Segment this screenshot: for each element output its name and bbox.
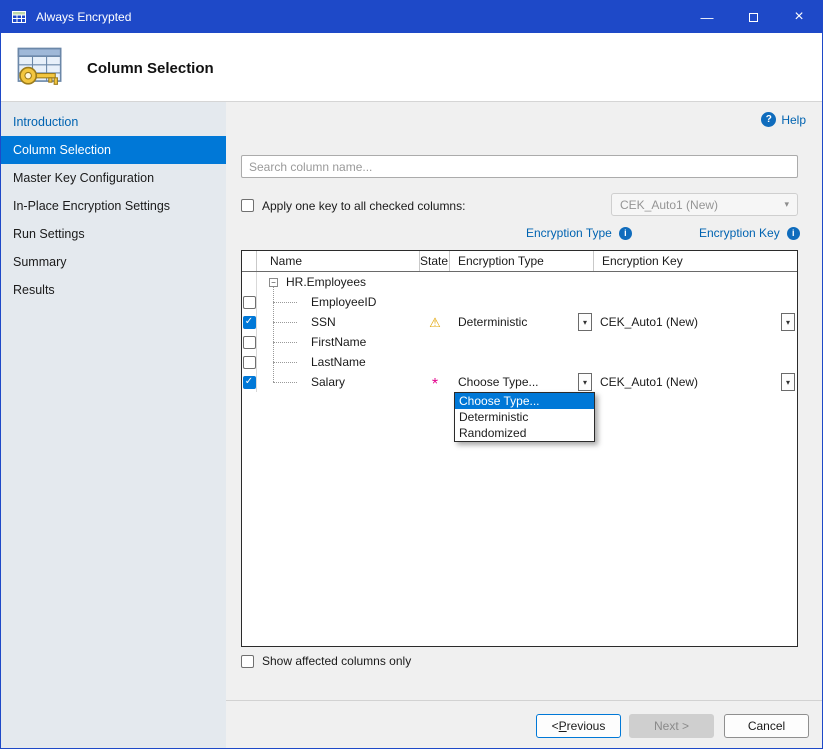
header-name: Name: [257, 251, 420, 271]
combo-arrow-icon[interactable]: ▾: [781, 373, 795, 391]
maximize-button[interactable]: [730, 1, 776, 33]
group-row-label: HR.Employees: [286, 275, 366, 289]
row-label: FirstName: [311, 335, 366, 349]
grid-header-row: Name State Encryption Type Encryption Ke…: [242, 251, 797, 272]
sidebar-item-summary[interactable]: Summary: [1, 248, 226, 276]
row-checkbox[interactable]: ✓: [243, 336, 256, 349]
tree-collapse-icon[interactable]: −: [269, 278, 278, 287]
help-link[interactable]: ? Help: [761, 112, 806, 127]
header-encryption-key: Encryption Key: [594, 251, 797, 271]
table-row[interactable]: ✓ LastName: [242, 352, 797, 372]
combo-arrow-icon[interactable]: ▾: [578, 313, 592, 331]
table-row[interactable]: ✓ FirstName: [242, 332, 797, 352]
wizard-steps-sidebar: Introduction Column Selection Master Key…: [1, 101, 226, 748]
dropdown-option-choose-type[interactable]: Choose Type...: [455, 393, 594, 409]
row-label: SSN: [311, 315, 336, 329]
table-row[interactable]: ✓ EmployeeID: [242, 292, 797, 312]
show-affected-row: ✓ Show affected columns only: [241, 654, 411, 668]
combo-arrow-icon[interactable]: ▾: [578, 373, 592, 391]
main-content: ? Help ✓ Apply one key to all checked co…: [226, 101, 822, 748]
table-row[interactable]: ✓ SSN ⚠ Deterministic ▾ CEK_Auto1 (New) …: [242, 312, 797, 332]
encryption-key-cell[interactable]: CEK_Auto1 (New) ▾: [594, 312, 797, 332]
row-label: LastName: [311, 355, 366, 369]
always-encrypted-wizard-window: Always Encrypted — × Column Select: [0, 0, 823, 749]
apply-one-key-label: Apply one key to all checked columns:: [262, 199, 465, 213]
encryption-type-dropdown-list: Choose Type... Deterministic Randomized: [454, 392, 595, 442]
columns-grid: Name State Encryption Type Encryption Ke…: [241, 250, 798, 647]
encryption-type-cell[interactable]: Choose Type... ▾: [450, 372, 594, 392]
window-controls: — ×: [684, 1, 822, 33]
table-row-group[interactable]: − HR.Employees: [242, 272, 797, 292]
info-icon[interactable]: i: [619, 227, 632, 240]
row-checkbox[interactable]: ✓: [243, 376, 256, 389]
help-icon: ?: [761, 112, 776, 127]
help-label: Help: [781, 113, 806, 127]
required-asterisk-icon: *: [432, 371, 438, 393]
header-encryption-type: Encryption Type: [450, 251, 594, 271]
encryption-key-cell[interactable]: CEK_Auto1 (New) ▾: [594, 372, 797, 392]
app-table-icon: [11, 9, 27, 25]
row-label: EmployeeID: [311, 295, 376, 309]
sidebar-item-run-settings[interactable]: Run Settings: [1, 220, 226, 248]
maximize-icon: [749, 13, 758, 22]
window-title: Always Encrypted: [36, 10, 131, 24]
apply-one-key-checkbox[interactable]: ✓: [241, 199, 254, 212]
previous-button[interactable]: < Previous: [536, 714, 621, 738]
apply-key-dropdown[interactable]: CEK_Auto1 (New) ▾: [611, 193, 798, 216]
sidebar-item-master-key-configuration[interactable]: Master Key Configuration: [1, 164, 226, 192]
apply-one-key-row: ✓ Apply one key to all checked columns:: [241, 194, 465, 217]
sidebar-item-results[interactable]: Results: [1, 276, 226, 304]
row-label: Salary: [311, 375, 345, 389]
footer-divider: [226, 700, 822, 701]
combo-arrow-icon[interactable]: ▾: [781, 313, 795, 331]
encryption-type-link[interactable]: Encryption Type i: [526, 226, 632, 240]
encryption-key-link[interactable]: Encryption Key i: [699, 226, 800, 240]
info-icon[interactable]: i: [787, 227, 800, 240]
encryption-type-cell[interactable]: Deterministic ▾: [450, 312, 594, 332]
dropdown-option-randomized[interactable]: Randomized: [455, 425, 594, 441]
show-affected-label: Show affected columns only: [262, 654, 411, 668]
search-input[interactable]: [241, 155, 798, 178]
minimize-button[interactable]: —: [684, 1, 730, 33]
sidebar-item-column-selection[interactable]: Column Selection: [1, 136, 226, 164]
header-checkbox-column: [242, 251, 257, 271]
row-checkbox[interactable]: ✓: [243, 356, 256, 369]
column-links-row: Encryption Type i Encryption Key i: [226, 226, 822, 242]
cancel-button[interactable]: Cancel: [724, 714, 809, 738]
warning-triangle-icon: ⚠: [429, 316, 441, 329]
table-row[interactable]: ✓ Salary * Choose Type... ▾ CEK_Auto1 (N…: [242, 372, 797, 392]
next-button[interactable]: Next >: [629, 714, 714, 738]
sidebar-item-in-place-encryption-settings[interactable]: In-Place Encryption Settings: [1, 192, 226, 220]
close-button[interactable]: ×: [776, 1, 822, 33]
page-title: Column Selection: [87, 60, 214, 77]
wizard-header: Column Selection: [1, 33, 822, 101]
show-affected-checkbox[interactable]: ✓: [241, 655, 254, 668]
header-state: State: [420, 251, 450, 271]
apply-key-dropdown-value: CEK_Auto1 (New): [620, 198, 718, 212]
dropdown-option-deterministic[interactable]: Deterministic: [455, 409, 594, 425]
row-checkbox[interactable]: ✓: [243, 316, 256, 329]
row-checkbox[interactable]: ✓: [243, 296, 256, 309]
chevron-down-icon: ▾: [784, 199, 789, 210]
sidebar-item-introduction[interactable]: Introduction: [1, 108, 226, 136]
titlebar: Always Encrypted — ×: [1, 1, 822, 33]
table-key-icon: [13, 41, 65, 96]
